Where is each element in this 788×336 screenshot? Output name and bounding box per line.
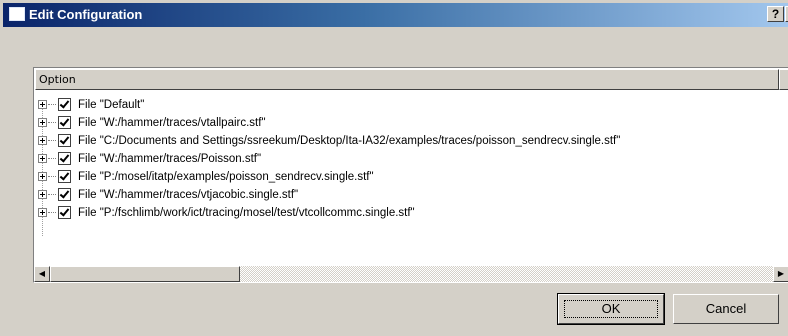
tree-row[interactable]: File "Default"	[34, 96, 788, 114]
tree-row-label: File "Default"	[78, 99, 145, 111]
expand-plus-icon[interactable]	[38, 136, 47, 145]
expand-plus-icon[interactable]	[38, 190, 47, 199]
configuration-tree-list[interactable]: Option File "Default" File "W:/hammer/tra…	[33, 67, 788, 283]
title-bar[interactable]: Edit Configuration ? X	[3, 3, 788, 27]
dialog-title: Edit Configuration	[29, 7, 143, 22]
cancel-button[interactable]: Cancel	[673, 294, 779, 324]
item-checkbox[interactable]	[58, 170, 71, 183]
tree-row[interactable]: File "W:/hammer/traces/vtallpairc.stf"	[34, 114, 788, 132]
tree-connector-dots	[48, 158, 56, 160]
item-checkbox[interactable]	[58, 206, 71, 219]
tree-connector-dots	[48, 140, 56, 142]
option-column-header[interactable]: Option	[35, 69, 779, 90]
scrollbar-thumb[interactable]	[50, 266, 240, 282]
item-checkbox[interactable]	[58, 116, 71, 129]
tree-row-label: File "P:/mosel/itatp/examples/poisson_se…	[78, 171, 374, 183]
tree-row-label: File "W:/hammer/traces/vtallpairc.stf"	[78, 117, 266, 129]
tree-connector-dots	[48, 176, 56, 178]
item-checkbox[interactable]	[58, 188, 71, 201]
tree-connector-dots	[48, 104, 56, 106]
item-checkbox[interactable]	[58, 134, 71, 147]
scroll-left-arrow-icon[interactable]: ◀	[34, 266, 50, 282]
ok-button-label: OK	[601, 301, 621, 316]
tree-row-label: File "W:/hammer/traces/Poisson.stf"	[78, 153, 262, 165]
expand-plus-icon[interactable]	[38, 172, 47, 181]
expand-plus-icon[interactable]	[38, 208, 47, 217]
tree-row[interactable]: File "W:/hammer/traces/vtjacobic.single.…	[34, 186, 788, 204]
help-button[interactable]: ?	[767, 6, 784, 22]
tree-row-label: File "P:/fschlimb/work/ict/tracing/mosel…	[78, 207, 415, 219]
ok-button[interactable]: OK	[557, 293, 665, 325]
tree-rows: File "Default" File "W:/hammer/traces/vta…	[34, 96, 788, 236]
column-header-extra[interactable]	[779, 69, 788, 90]
expand-plus-icon[interactable]	[38, 100, 47, 109]
tree-row-label: File "W:/hammer/traces/vtjacobic.single.…	[78, 189, 299, 201]
tree-row[interactable]: File "P:/mosel/itatp/examples/poisson_se…	[34, 168, 788, 186]
horizontal-scrollbar[interactable]: ◀ ▶	[34, 266, 788, 282]
edit-configuration-dialog: Edit Configuration ? X Option File "Defa…	[0, 0, 788, 336]
scroll-right-arrow-icon[interactable]: ▶	[773, 266, 788, 282]
tree-row[interactable]: File "W:/hammer/traces/Poisson.stf"	[34, 150, 788, 168]
tree-row[interactable]: File "P:/fschlimb/work/ict/tracing/mosel…	[34, 204, 788, 222]
expand-plus-icon[interactable]	[38, 154, 47, 163]
tree-connector-dots	[48, 194, 56, 196]
window-icon	[9, 7, 25, 21]
tree-row-label: File "C:/Documents and Settings/ssreekum…	[78, 135, 621, 147]
tree-connector-dots	[48, 212, 56, 214]
item-checkbox[interactable]	[58, 152, 71, 165]
item-checkbox[interactable]	[58, 98, 71, 111]
tree-connector-dots	[48, 122, 56, 124]
expand-plus-icon[interactable]	[38, 118, 47, 127]
tree-row[interactable]: File "C:/Documents and Settings/ssreekum…	[34, 132, 788, 150]
